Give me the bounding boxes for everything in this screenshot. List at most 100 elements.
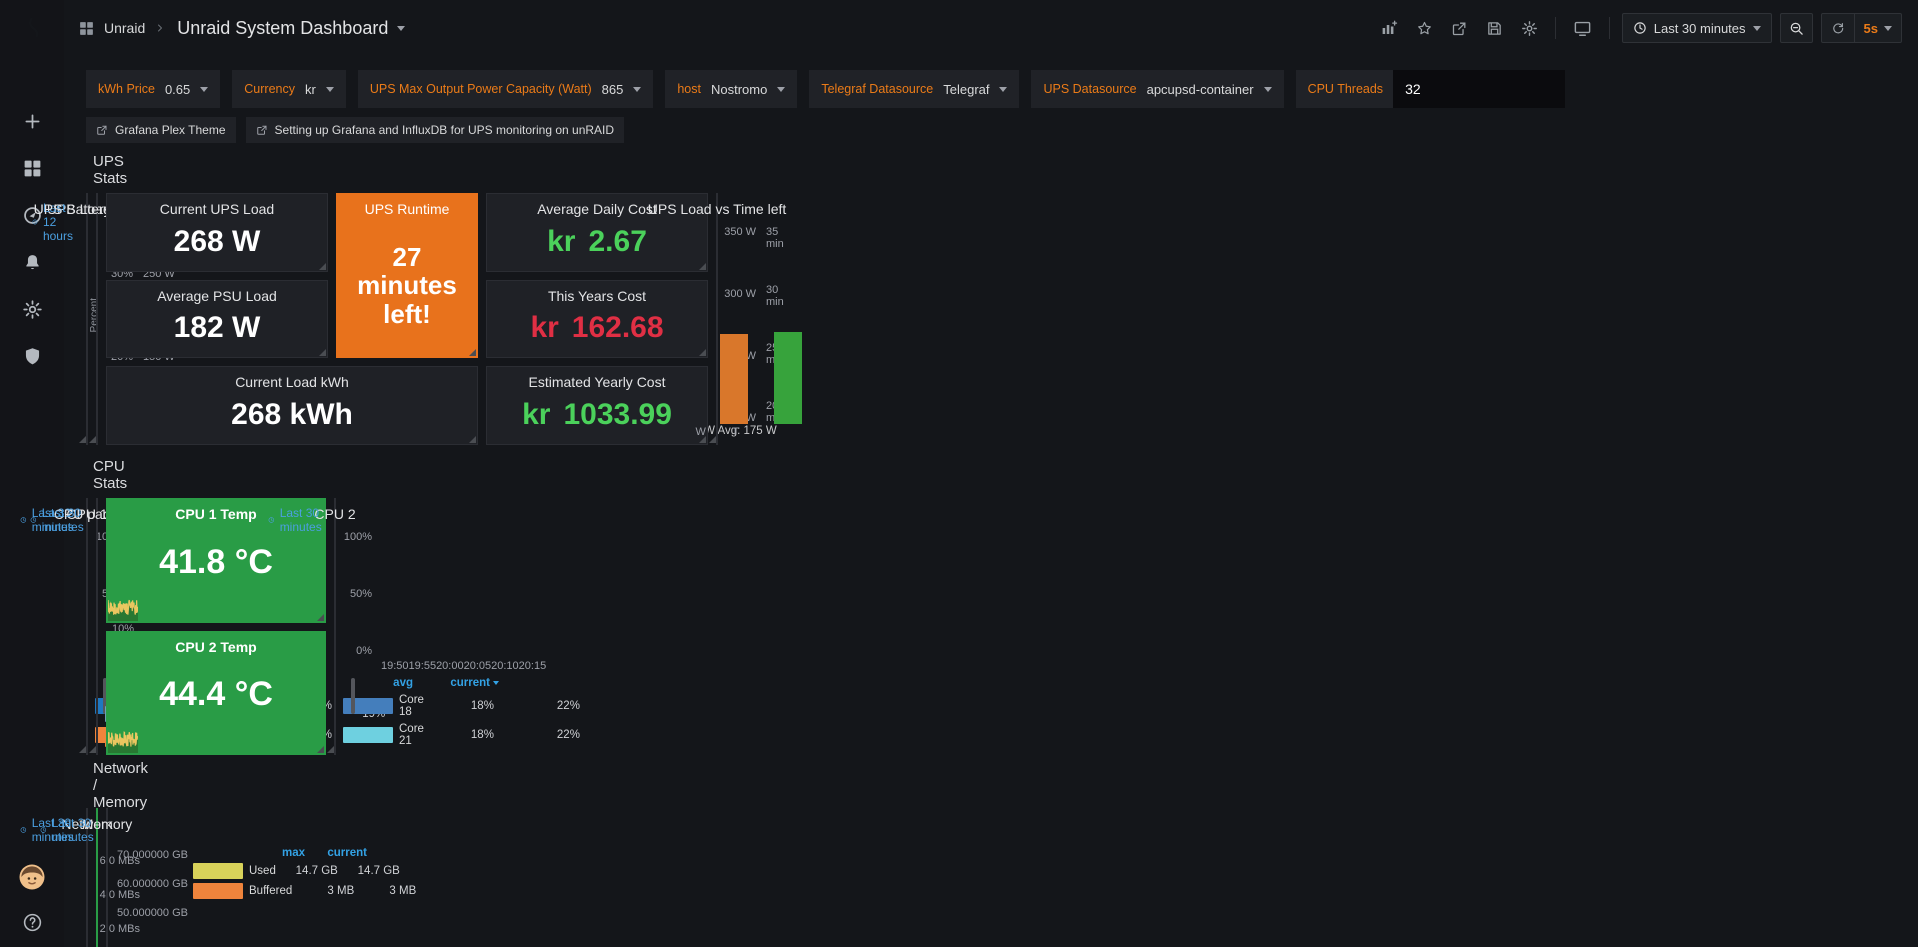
variable-telegraf-datasource[interactable]: Telegraf Datasource Telegraf [809, 70, 1019, 108]
panel-title[interactable]: UPS Load vs Time left [648, 201, 787, 217]
dashboard-grid-icon [78, 20, 95, 37]
sidebar-item-configuration[interactable] [22, 286, 43, 333]
tick-label: 100% [342, 531, 372, 543]
panel-title[interactable]: Average Daily Cost [537, 201, 657, 217]
breadcrumb-folder[interactable]: Unraid [104, 20, 145, 36]
sidebar-item-create[interactable] [22, 98, 43, 145]
variable-label: Telegraf Datasource [821, 82, 933, 96]
caret-down-icon [633, 87, 641, 96]
variable-label: host [677, 82, 701, 96]
save-button[interactable] [1481, 15, 1508, 42]
refresh-interval-picker[interactable]: 5s [1855, 14, 1901, 42]
external-link-icon [96, 124, 108, 136]
refresh-icon [1831, 21, 1845, 35]
panel-this-years-cost: This Years Cost kr162.68 [486, 280, 708, 359]
page-title[interactable]: Unraid System Dashboard [177, 18, 388, 39]
share-button[interactable] [1446, 15, 1473, 42]
tick-label: 20:00 [436, 660, 464, 675]
user-avatar[interactable] [17, 862, 47, 892]
caret-down-icon [1264, 87, 1272, 96]
add-panel-button[interactable] [1375, 14, 1403, 42]
panel-time-override: Last 30 minutes [30, 506, 89, 534]
variable-value[interactable]: 0.65 [165, 82, 190, 97]
clock-icon [268, 514, 275, 526]
variable-currency[interactable]: Currency kr [232, 70, 346, 108]
refresh-button[interactable] [1822, 14, 1854, 42]
legend-col-max[interactable]: max [282, 847, 305, 859]
tick-label: 0% [342, 645, 372, 657]
panel-title[interactable]: Current Load kWh [235, 374, 349, 390]
panel-ups-load: UPS Load % Last 12 hours Percent 35%30%2… [86, 193, 88, 445]
time-range-picker[interactable]: Last 30 minutes [1622, 13, 1772, 43]
cycle-view-button[interactable] [1568, 14, 1597, 43]
clock-icon [30, 514, 37, 526]
variable-ups-max-output[interactable]: UPS Max Output Power Capacity (Watt) 865 [358, 70, 654, 108]
stat-value: kr162.68 [487, 307, 707, 358]
y-axis-title-left: Percent [89, 298, 100, 332]
variable-value[interactable]: Nostromo [711, 82, 767, 97]
series-toggle[interactable]: Buffered [193, 883, 292, 899]
bar-label: W [695, 426, 705, 438]
dashboard: UPS Stats UPS Load % Last 12 hours Perce… [64, 143, 114, 159]
panel-title[interactable]: This Years Cost [548, 288, 646, 304]
link-ups-monitoring-guide[interactable]: Setting up Grafana and InfluxDB for UPS … [246, 117, 625, 143]
variable-host[interactable]: host Nostromo [665, 70, 797, 108]
series-toggle[interactable]: Core 18 [343, 694, 424, 718]
time-range-label: Last 30 minutes [1654, 21, 1746, 36]
variable-cpu-threads: CPU Threads [1296, 70, 1566, 108]
tick-label: 35 min [766, 226, 798, 250]
series-toggle[interactable]: Core 21 [343, 723, 424, 747]
legend-col-avg[interactable]: avg [393, 677, 413, 689]
panel-title[interactable]: Current UPS Load [160, 201, 274, 217]
zoom-out-button[interactable] [1780, 13, 1813, 43]
legend-col-current[interactable]: current [327, 847, 367, 859]
cpu-threads-input[interactable] [1393, 70, 1565, 108]
caret-down-icon [777, 87, 785, 96]
zoom-out-icon [1789, 21, 1804, 36]
caret-down-icon [326, 87, 334, 96]
bar-T [774, 332, 802, 424]
sidebar-item-help[interactable] [22, 912, 43, 933]
grafana-logo-icon [15, 12, 49, 46]
variable-value[interactable]: apcupsd-container [1147, 82, 1254, 97]
tick-label: 30 min [766, 284, 798, 308]
sidebar-item-alerting[interactable] [22, 239, 43, 286]
favorite-button[interactable] [1411, 15, 1438, 42]
variable-ups-datasource[interactable]: UPS Datasource apcupsd-container [1031, 70, 1283, 108]
help-icon [22, 912, 43, 933]
sidebar-item-dashboards[interactable] [22, 145, 43, 192]
link-grafana-plex-theme[interactable]: Grafana Plex Theme [86, 117, 236, 143]
plus-icon [22, 111, 43, 132]
panel-title[interactable]: CPU 1 Temp [175, 506, 256, 522]
caret-down-icon [999, 87, 1007, 96]
legend-scrollbar[interactable] [351, 678, 355, 714]
clock-icon [20, 824, 27, 836]
variable-value[interactable]: 865 [602, 82, 624, 97]
grafana-logo[interactable] [15, 12, 49, 46]
variable-value[interactable]: kr [305, 82, 316, 97]
variable-kwh-price[interactable]: kWh Price 0.65 [86, 70, 220, 108]
tick-label: 70.000000 GB [114, 849, 188, 861]
variable-value[interactable]: Telegraf [943, 82, 989, 97]
panel-memory: Memory Last 30 minutes 70.000000 GB60.00… [106, 808, 108, 947]
dashboard-settings-button[interactable] [1516, 15, 1543, 42]
series-toggle[interactable]: Used [193, 863, 276, 879]
y-axis-left: 70.000000 GB60.000000 GB50.000000 GB [109, 841, 193, 947]
bar-label: T [732, 426, 739, 438]
panel-time-override: Last 30 minutes [268, 506, 327, 534]
legend-col-current[interactable]: current [450, 677, 499, 689]
variable-label: CPU Threads [1308, 82, 1384, 96]
divider [1609, 17, 1610, 39]
panel-title[interactable]: UPS Runtime [365, 201, 450, 217]
panel-title[interactable]: Average PSU Load [157, 288, 277, 304]
tick-label: 60.000000 GB [114, 878, 188, 890]
panel-title[interactable]: CPU 2 Temp [175, 639, 256, 655]
sidebar-item-server-admin[interactable] [22, 333, 43, 380]
cpu2-temp-sparkline [108, 723, 138, 753]
panel-title[interactable]: Estimated Yearly Cost [529, 374, 666, 390]
refresh-controls: 5s [1821, 13, 1902, 43]
main-area: Unraid Unraid System Dashboard Last 30 m… [64, 0, 1918, 947]
navbar-actions: Last 30 minutes 5s [1375, 13, 1902, 43]
panel-ups-load-vs-time-left: UPS Load vs Time left 350 W300 W250 W200… [716, 193, 718, 445]
caret-down-icon [200, 87, 208, 96]
